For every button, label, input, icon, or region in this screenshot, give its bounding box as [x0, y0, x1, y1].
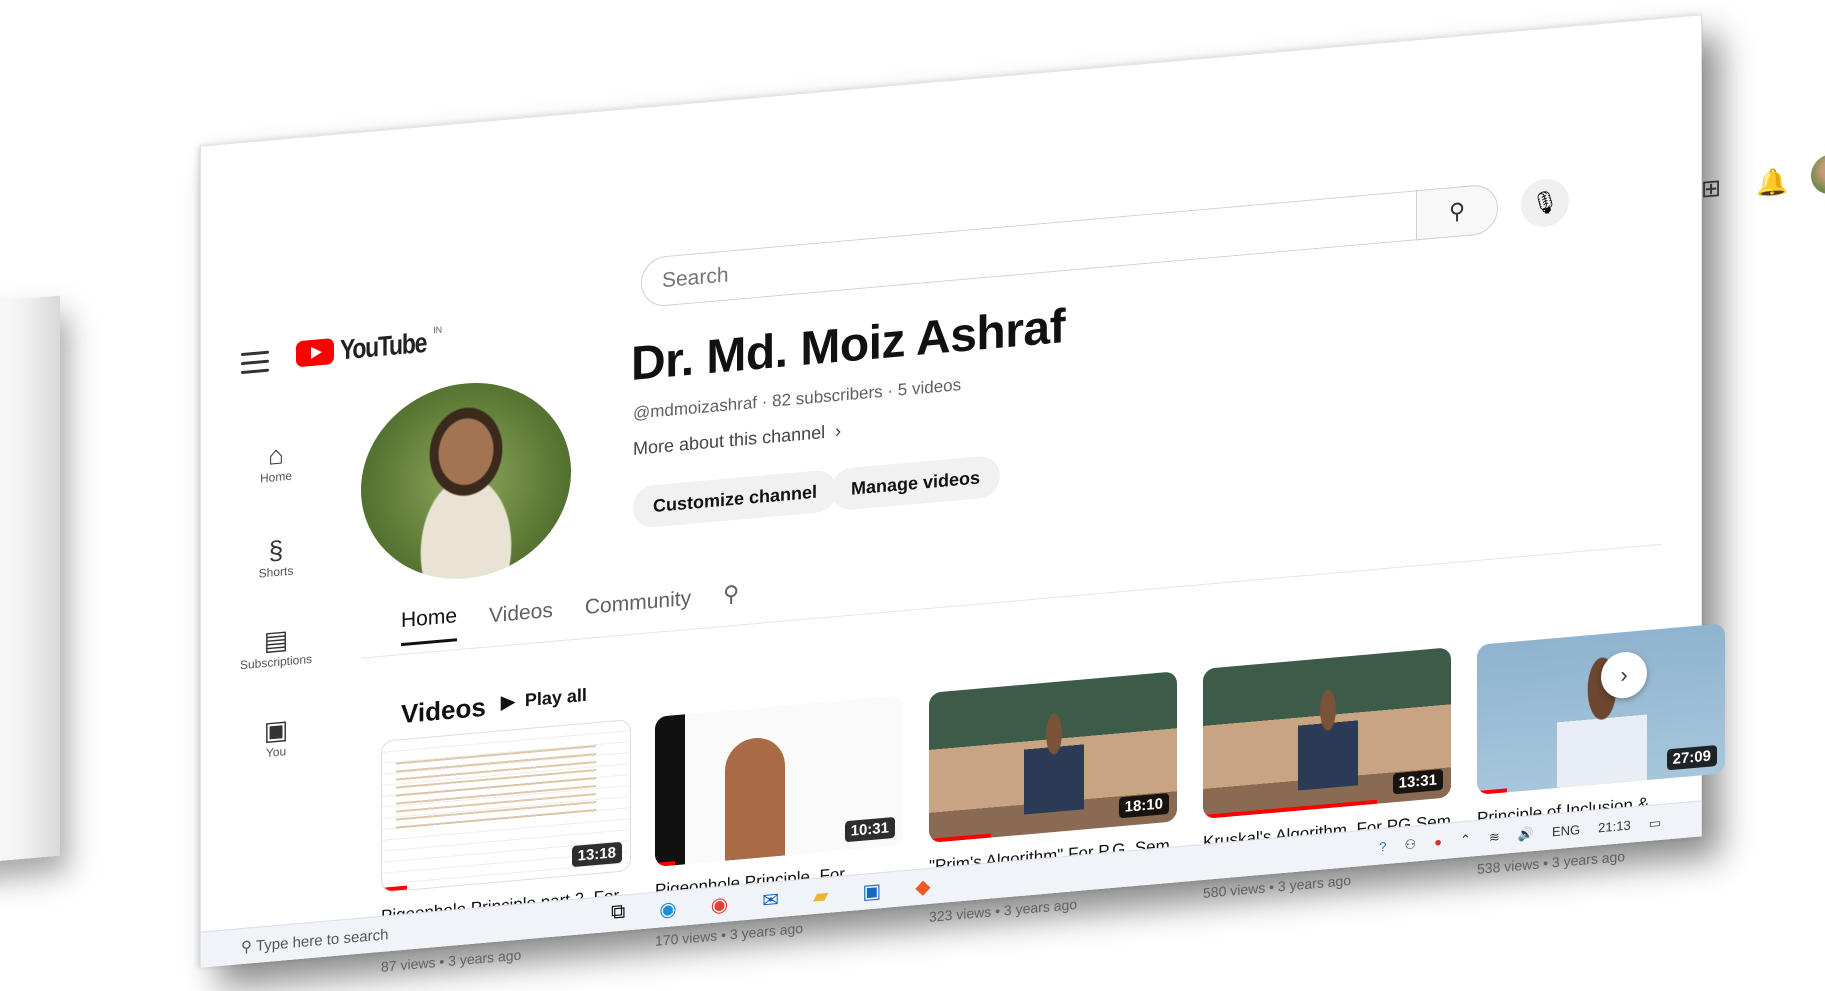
- brave-browser-icon[interactable]: ◆: [915, 874, 930, 900]
- search-icon: ⚲: [241, 937, 256, 956]
- channel-tabs: Home Videos Community ⚲: [401, 580, 739, 647]
- notifications-bell-icon[interactable]: 🔔: [1756, 166, 1788, 200]
- search-icon: ⚲: [1448, 198, 1466, 225]
- video-thumbnail[interactable]: 10:31: [655, 695, 903, 867]
- play-all-button[interactable]: ▶ Play all: [501, 685, 587, 714]
- search-box: [641, 190, 1417, 309]
- sidebar-item-home[interactable]: ⌂ Home: [231, 436, 321, 488]
- tray-overflow-icon[interactable]: ⌃: [1460, 831, 1471, 848]
- youtube-play-icon: [296, 337, 334, 368]
- play-icon: ▶: [501, 691, 515, 713]
- action-center-icon[interactable]: ▭: [1649, 814, 1661, 831]
- people-icon[interactable]: ⚇: [1404, 836, 1416, 853]
- youtube-logo[interactable]: YouTube IN: [296, 324, 460, 370]
- search-button[interactable]: ⚲: [1416, 183, 1498, 241]
- logo-text: YouTube: [340, 326, 427, 366]
- play-all-label: Play all: [524, 684, 587, 711]
- background-screen-shadow: [0, 295, 60, 865]
- sidebar-item-you[interactable]: ▣ You: [231, 711, 321, 763]
- watch-progress-bar: [1477, 788, 1507, 795]
- browser-window: YouTube IN ⌂ Home § Shorts ▤ Subscriptio…: [200, 14, 1825, 975]
- tab-videos[interactable]: Videos: [489, 599, 553, 639]
- customize-channel-button[interactable]: Customize channel: [633, 468, 838, 529]
- voice-search-button[interactable]: 🎙: [1521, 176, 1569, 230]
- video-thumbnail[interactable]: 27:09: [1477, 623, 1725, 795]
- taskbar-search-placeholder: Type here to search: [255, 925, 389, 955]
- video-duration: 13:18: [571, 841, 622, 868]
- watch-progress-bar: [1203, 799, 1377, 819]
- tab-community[interactable]: Community: [585, 587, 691, 630]
- channel-search-icon[interactable]: ⚲: [723, 581, 739, 618]
- search-input[interactable]: [660, 206, 1364, 295]
- channel-avatar: [361, 374, 571, 588]
- more-about-label: More about this channel: [633, 422, 826, 459]
- watch-progress-bar: [929, 833, 991, 843]
- chevron-right-icon: ›: [830, 420, 842, 442]
- video-duration: 18:10: [1118, 792, 1169, 819]
- microphone-icon: 🎙: [1531, 188, 1559, 217]
- create-video-icon[interactable]: ⊞: [1701, 174, 1721, 205]
- channel-name: Dr. Md. Moiz Ashraf: [631, 300, 1066, 391]
- hamburger-menu-icon[interactable]: [241, 350, 269, 375]
- watch-progress-bar: [382, 885, 407, 892]
- chrome-browser-icon[interactable]: ◉: [711, 891, 728, 918]
- more-about-channel-link[interactable]: More about this channel ›: [633, 421, 841, 460]
- video-thumbnail[interactable]: 13:18: [381, 718, 631, 893]
- video-duration: 13:31: [1392, 768, 1443, 795]
- account-avatar[interactable]: [1811, 152, 1825, 196]
- clock[interactable]: 21:13: [1598, 818, 1631, 836]
- video-duration: 10:31: [844, 816, 895, 843]
- tab-home[interactable]: Home: [401, 604, 458, 647]
- video-thumbnail[interactable]: 18:10: [929, 671, 1177, 843]
- task-view-icon[interactable]: ⧉: [611, 900, 625, 926]
- sidebar-item-shorts[interactable]: § Shorts: [231, 531, 321, 583]
- chevron-right-icon: ›: [1620, 661, 1628, 688]
- language-indicator[interactable]: ENG: [1552, 822, 1580, 839]
- wifi-icon[interactable]: ≋: [1489, 828, 1500, 845]
- watch-progress-bar: [655, 861, 675, 867]
- manage-videos-button[interactable]: Manage videos: [831, 454, 1001, 512]
- sidebar-item-subscriptions[interactable]: ▤ Subscriptions: [231, 621, 321, 673]
- logo-country-code: IN: [433, 324, 443, 336]
- help-icon[interactable]: ?: [1379, 839, 1386, 855]
- volume-icon[interactable]: 🔊: [1518, 825, 1534, 842]
- file-explorer-icon[interactable]: ▰: [813, 883, 828, 909]
- mail-icon[interactable]: ✉: [762, 887, 779, 913]
- video-duration: 27:09: [1666, 744, 1717, 771]
- edge-browser-icon[interactable]: ◉: [659, 896, 676, 923]
- videos-section-title: Videos: [401, 691, 486, 730]
- notification-badge-icon[interactable]: ●: [1434, 834, 1442, 850]
- video-thumbnail[interactable]: 13:31: [1203, 647, 1451, 819]
- store-icon[interactable]: ▣: [862, 878, 881, 905]
